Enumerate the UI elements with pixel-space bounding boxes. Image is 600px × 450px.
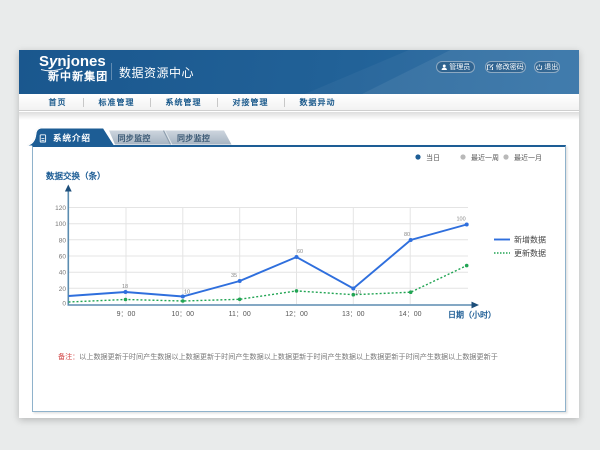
svg-text:120: 120 — [55, 205, 66, 212]
svg-text:系统介绍: 系统介绍 — [53, 133, 91, 143]
svg-text:同步监控: 同步监控 — [177, 133, 210, 143]
svg-text:日期（小时）: 日期（小时） — [448, 310, 496, 320]
svg-text:40: 40 — [59, 270, 67, 277]
svg-text:最近一周: 最近一周 — [471, 153, 499, 162]
svg-text:20: 20 — [59, 286, 67, 293]
svg-text:更新数据: 更新数据 — [514, 248, 546, 258]
svg-text:最近一月: 最近一月 — [514, 153, 542, 162]
svg-text:12：00: 12：00 — [285, 311, 308, 318]
svg-text:10：00: 10：00 — [172, 311, 195, 318]
svg-text:0: 0 — [62, 301, 66, 308]
svg-text:14：00: 14：00 — [399, 311, 422, 318]
svg-text:13：00: 13：00 — [342, 311, 365, 318]
svg-text:备注：以上数据更新于时间产生数据以上数据更新于时间产生数据以: 备注：以上数据更新于时间产生数据以上数据更新于时间产生数据以上数据更新于时间产生… — [58, 352, 498, 361]
svg-text:新增数据: 新增数据 — [514, 235, 546, 245]
svg-text:100: 100 — [55, 221, 66, 228]
svg-text:数据交换（条）: 数据交换（条） — [46, 171, 106, 181]
svg-text:35: 35 — [231, 273, 237, 279]
svg-text:9：00: 9：00 — [117, 311, 136, 318]
svg-text:80: 80 — [404, 232, 410, 238]
svg-text:10: 10 — [355, 290, 361, 296]
svg-text:100: 100 — [457, 217, 466, 223]
svg-text:当日: 当日 — [426, 153, 440, 162]
svg-text:10: 10 — [184, 290, 190, 296]
svg-text:80: 80 — [59, 237, 67, 244]
svg-text:18: 18 — [122, 284, 128, 290]
svg-text:60: 60 — [59, 254, 67, 261]
svg-text:11：00: 11：00 — [229, 311, 251, 318]
svg-text:同步监控: 同步监控 — [118, 133, 151, 143]
svg-text:60: 60 — [297, 249, 303, 255]
